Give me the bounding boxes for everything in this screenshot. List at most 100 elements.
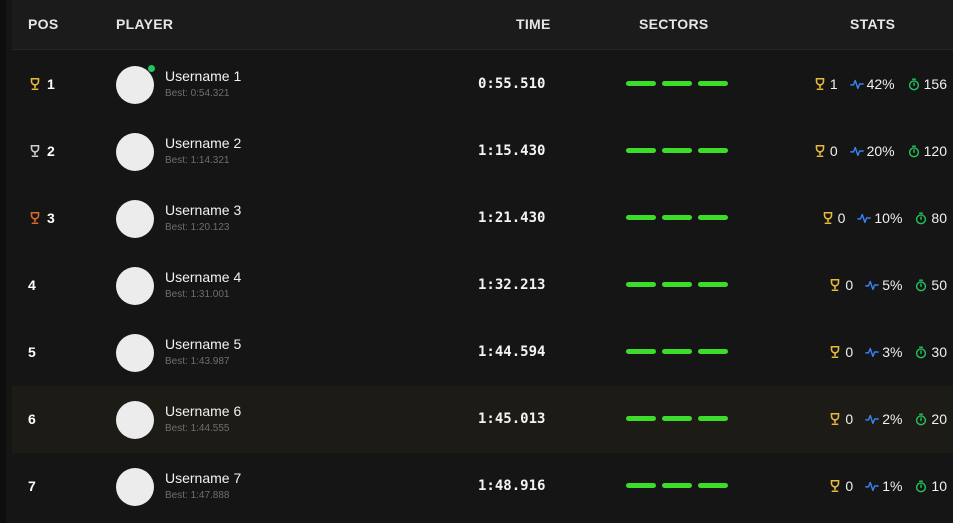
position-cell: 2	[28, 143, 55, 159]
laps-stat: 120	[907, 143, 947, 159]
position-cell: 1	[28, 76, 55, 92]
laps-stat: 80	[914, 210, 947, 226]
position-cell: 4	[28, 277, 36, 293]
trophy-icon	[30, 211, 40, 225]
position-cell: 5	[28, 344, 36, 360]
position-cell: 3	[28, 210, 55, 226]
best-time: Best: 0:54.321	[165, 88, 230, 99]
avatar[interactable]	[116, 468, 154, 506]
laps-value: 10	[931, 478, 947, 494]
online-status-dot	[148, 65, 155, 72]
position-number: 2	[47, 143, 55, 159]
sector-2-bar	[662, 215, 692, 220]
pulse-icon	[865, 414, 880, 425]
laps-value: 120	[923, 143, 947, 159]
pulse-icon	[865, 280, 880, 291]
trophy-icon	[831, 412, 840, 426]
table-row[interactable]: 6 Username 6 Best: 1:44.555 1:45.013 0 2% 20	[12, 386, 953, 453]
sector-2-bar	[662, 483, 692, 488]
pulse-icon	[865, 347, 880, 358]
sector-3-bar	[698, 416, 728, 421]
player-name[interactable]: Username 6	[165, 403, 241, 419]
position-number: 7	[28, 478, 36, 494]
avatar[interactable]	[116, 334, 154, 372]
avatar[interactable]	[116, 133, 154, 171]
sector-bars	[626, 282, 728, 287]
sector-1-bar	[626, 416, 656, 421]
player-name[interactable]: Username 4	[165, 269, 241, 285]
player-stats: 0 20% 120	[813, 143, 947, 159]
lap-time: 0:55.510	[478, 76, 546, 92]
best-time: Best: 1:20.123	[165, 222, 230, 233]
laps-stat: 10	[914, 478, 947, 494]
table-row[interactable]: 5 Username 5 Best: 1:43.987 1:44.594 0 3% 30	[12, 319, 953, 386]
table-row[interactable]: 7 Username 7 Best: 1:47.888 1:48.916 0 1% 10	[12, 453, 953, 520]
sector-2-bar	[662, 416, 692, 421]
stopwatch-icon	[916, 413, 927, 426]
player-name[interactable]: Username 3	[165, 202, 241, 218]
table-row[interactable]: 4 Username 4 Best: 1:31.001 1:32.213 0 5% 50	[12, 252, 953, 319]
table-row[interactable]: 2 Username 2 Best: 1:14.321 1:15.430 0 20% 120	[12, 118, 953, 185]
sector-2-bar	[662, 148, 692, 153]
table-row[interactable]: 1 Username 1 Best: 0:54.321 0:55.510 1 42% 156	[12, 51, 953, 118]
wins-value: 0	[837, 210, 846, 226]
wins-stat: 0	[821, 210, 846, 226]
sector-2-bar	[662, 349, 692, 354]
best-time: Best: 1:44.555	[165, 423, 230, 434]
laps-value: 80	[931, 210, 947, 226]
player-stats: 0 2% 20	[828, 411, 947, 427]
column-header-sectors[interactable]: SECTORS	[639, 16, 709, 32]
column-header-player[interactable]: PLAYER	[116, 16, 173, 32]
stopwatch-icon	[916, 346, 927, 359]
column-header-stats[interactable]: STATS	[850, 16, 895, 32]
avatar[interactable]	[116, 267, 154, 305]
rate-stat: 10%	[857, 210, 902, 226]
avatar[interactable]	[116, 200, 154, 238]
trophy-icon	[815, 144, 825, 158]
sector-2-bar	[662, 81, 692, 86]
stopwatch-icon	[916, 480, 927, 493]
sector-2-bar	[662, 282, 692, 287]
player-name[interactable]: Username 7	[165, 470, 241, 486]
rate-value: 3%	[882, 344, 903, 360]
table-row[interactable]: 3 Username 3 Best: 1:20.123 1:21.430 0 10% 80	[12, 185, 953, 252]
laps-value: 50	[931, 277, 947, 293]
laps-value: 156	[923, 76, 947, 92]
player-name[interactable]: Username 2	[165, 135, 241, 151]
wins-value: 1	[829, 76, 838, 92]
sector-bars	[626, 349, 728, 354]
best-time: Best: 1:43.987	[165, 356, 230, 367]
position-cell: 6	[28, 411, 36, 427]
position-number: 5	[28, 344, 36, 360]
player-name[interactable]: Username 1	[165, 68, 241, 84]
avatar[interactable]	[116, 401, 154, 439]
trophy-icon	[30, 144, 40, 158]
player-stats: 0 5% 50	[828, 277, 947, 293]
rate-stat: 5%	[865, 277, 902, 293]
sector-1-bar	[626, 483, 656, 488]
lap-time: 1:45.013	[478, 411, 546, 427]
rate-value: 2%	[882, 411, 903, 427]
trophy-icon	[30, 77, 40, 91]
rate-value: 1%	[882, 478, 903, 494]
wins-value: 0	[845, 411, 854, 427]
player-stats: 0 3% 30	[828, 344, 947, 360]
rate-stat: 3%	[865, 344, 902, 360]
stopwatch-icon	[908, 145, 919, 158]
trophy-icon	[831, 479, 840, 493]
column-header-time[interactable]: TIME	[516, 16, 551, 32]
sector-3-bar	[698, 148, 728, 153]
lap-time: 1:32.213	[478, 277, 546, 293]
sector-bars	[626, 148, 728, 153]
wins-value: 0	[829, 143, 838, 159]
rate-stat: 2%	[865, 411, 902, 427]
wins-stat: 0	[828, 478, 853, 494]
lap-time: 1:15.430	[478, 143, 546, 159]
player-name[interactable]: Username 5	[165, 336, 241, 352]
column-header-pos[interactable]: POS	[28, 16, 58, 32]
wins-stat: 0	[828, 411, 853, 427]
sector-3-bar	[698, 349, 728, 354]
avatar[interactable]	[116, 66, 154, 104]
stopwatch-icon	[916, 279, 927, 292]
sector-bars	[626, 215, 728, 220]
